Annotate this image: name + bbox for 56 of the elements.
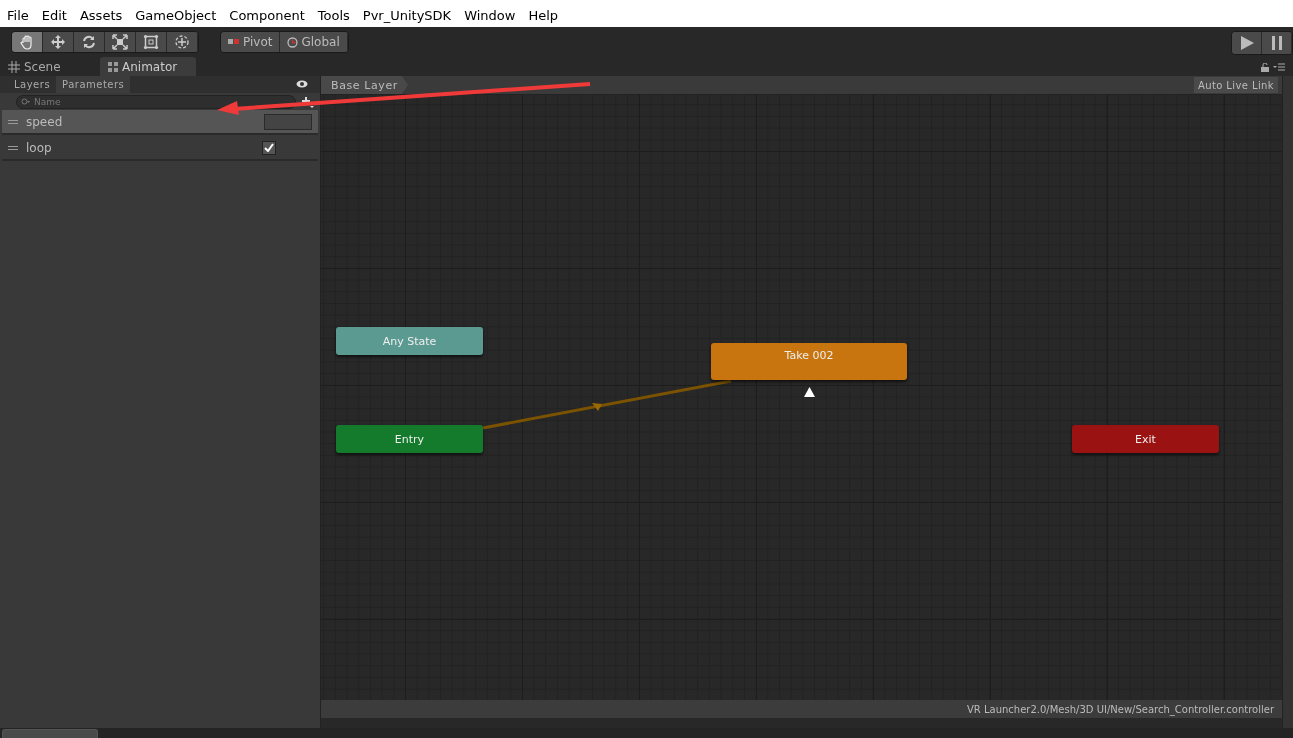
window-tab[interactable]: Scene (4, 57, 100, 76)
menu-item[interactable]: Tools (310, 8, 356, 23)
pause-button[interactable] (1262, 32, 1292, 54)
scale-icon (112, 34, 128, 50)
auto-live-link-button[interactable]: Auto Live Link (1193, 77, 1278, 93)
menu-item[interactable]: Assets (72, 8, 129, 23)
move-tool-button[interactable] (43, 32, 74, 52)
transform-tool-button[interactable] (167, 32, 198, 52)
hand-tool-button[interactable] (12, 32, 43, 52)
rotate-tool-button[interactable] (74, 32, 105, 52)
window-tab[interactable]: Animator (100, 57, 196, 76)
menu-item[interactable]: Help (521, 8, 565, 23)
rotate-icon (81, 34, 97, 50)
pivot-toggle-button[interactable]: Global (280, 32, 348, 52)
pivot-icon (228, 37, 240, 47)
menu-item[interactable]: Pvr_UnitySDK (355, 8, 458, 23)
drag-handle-icon[interactable] (8, 119, 18, 124)
parameter-name: loop (26, 140, 53, 155)
menu-item[interactable]: File (0, 8, 35, 23)
add-icon[interactable] (302, 95, 314, 108)
drag-handle-icon[interactable] (8, 145, 18, 150)
value-field[interactable] (264, 113, 312, 130)
pivot-toggle-button[interactable]: Pivot (221, 32, 281, 52)
play-icon (1239, 36, 1254, 50)
state-node[interactable]: Exit (1072, 425, 1219, 453)
menu-item[interactable]: Edit (34, 8, 73, 23)
panel-tab[interactable]: Layers (8, 76, 57, 93)
pause-icon (1271, 36, 1282, 50)
scale-tool-button[interactable] (105, 32, 136, 52)
menu-item[interactable]: Window (457, 8, 522, 23)
panel-tab[interactable]: Parameters (56, 76, 131, 93)
play-button[interactable] (1232, 32, 1262, 54)
parameter-row[interactable]: loop (2, 136, 318, 161)
lock-icon[interactable] (1261, 63, 1269, 72)
rect-tool-icon (143, 34, 159, 50)
check-icon (264, 143, 274, 152)
state-node[interactable]: Entry (336, 425, 483, 453)
search-icon (21, 97, 31, 106)
move-icon (50, 34, 66, 50)
menu-item[interactable]: Component (222, 8, 311, 23)
file-path: VR Launcher2.0/Mesh/3D UI/New/Search_Controller.controller (967, 703, 1274, 715)
scrollbar[interactable] (1282, 76, 1293, 728)
triangle-icon (804, 387, 815, 397)
rect-tool-button[interactable] (136, 32, 167, 52)
hand-icon (19, 34, 35, 50)
parameter-row[interactable]: speed (2, 110, 318, 135)
eye-icon[interactable] (296, 80, 308, 88)
hash-icon (8, 60, 20, 73)
grid-dots-icon (108, 61, 118, 72)
checkbox[interactable] (262, 140, 276, 155)
parameter-name: speed (26, 114, 64, 129)
breadcrumb[interactable]: Base Layer (321, 76, 408, 94)
menu-icon[interactable] (1273, 63, 1285, 71)
transform-icon (174, 34, 190, 50)
menu-item[interactable]: GameObject (128, 8, 223, 23)
search-field[interactable]: Name (16, 94, 296, 109)
